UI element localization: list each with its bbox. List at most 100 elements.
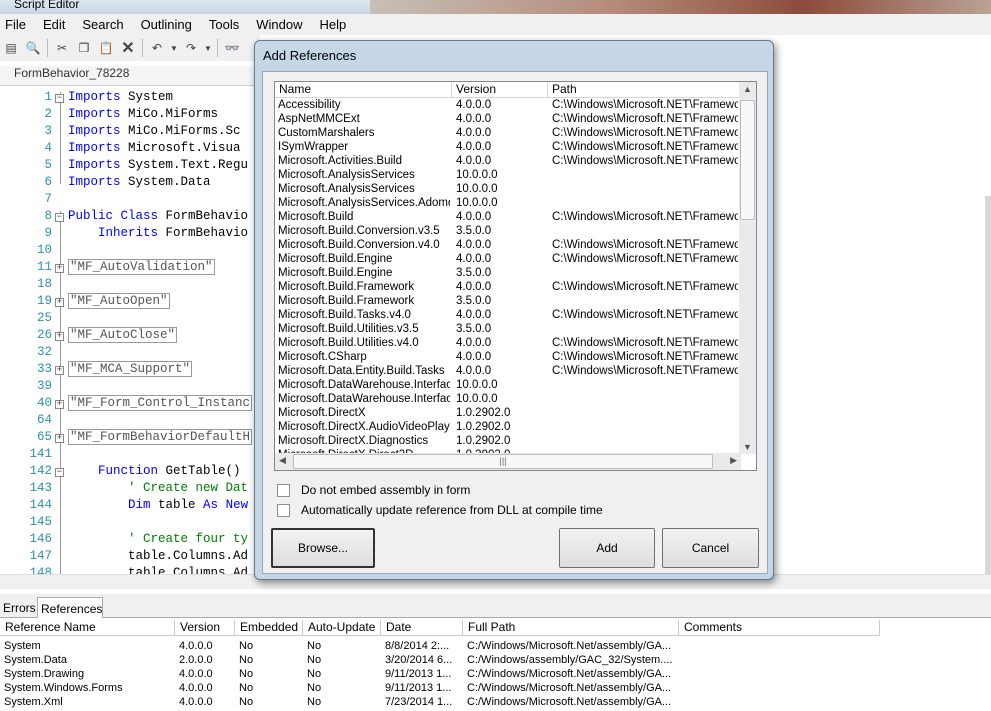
paste-icon[interactable]: 📋 <box>97 39 115 57</box>
code-line[interactable]: 144 Dim table As New <box>0 498 260 515</box>
grid-cell[interactable]: No <box>235 654 303 666</box>
grid-header-reference-name[interactable]: Reference Name <box>0 620 175 636</box>
code-line[interactable]: 18 <box>0 277 260 294</box>
list-item[interactable]: Accessibility 4.0.0.0 C:\Windows\Microsoft… <box>275 99 741 113</box>
list-item[interactable]: Microsoft.Build.Engine 4.0.0.0 C:\Windows\… <box>275 253 741 267</box>
references-list[interactable]: Name Version Path Accessibility 4.0.0.0 C:… <box>274 81 757 471</box>
grid-cell[interactable]: No <box>303 640 381 652</box>
grid-header-version[interactable]: Version <box>175 620 235 636</box>
fold-toggle-icon[interactable]: − <box>55 468 64 477</box>
grid-cell[interactable]: System.Xml <box>0 696 175 708</box>
column-header-version[interactable]: Version <box>452 82 548 98</box>
list-item[interactable]: ISymWrapper 4.0.0.0 C:\Windows\Microsoft.N… <box>275 141 741 155</box>
list-horizontal-scrollbar[interactable]: ◀ ||| ▶ <box>275 453 741 470</box>
grid-cell[interactable]: 3/20/2014 6... <box>381 654 463 666</box>
grid-cell[interactable]: No <box>303 682 381 694</box>
code-line[interactable]: 4 Imports Microsoft.Visua <box>0 141 260 158</box>
grid-header-auto-update[interactable]: Auto-Update <box>303 620 381 636</box>
scrollbar-thumb[interactable] <box>985 196 991 576</box>
editor-vertical-scrollbar[interactable] <box>960 86 991 576</box>
code-line[interactable]: 65 "MF_FormBehaviorDefaultH <box>0 429 260 447</box>
grid-header-full-path[interactable]: Full Path <box>463 620 679 636</box>
list-item[interactable]: Microsoft.Build.Framework 4.0.0.0 C:\Windo… <box>275 281 741 295</box>
code-line[interactable]: 25 <box>0 311 260 328</box>
grid-header-embedded[interactable]: Embedded <box>235 620 303 636</box>
code-line[interactable]: 2 Imports MiCo.MiForms <box>0 107 260 124</box>
fold-toggle-icon[interactable]: − <box>55 94 64 103</box>
list-item[interactable]: Microsoft.Build.Utilities.v4.0 4.0.0.0 C:\… <box>275 337 741 351</box>
grid-cell[interactable]: C:/Windows/assembly/GAC_32/System.... <box>463 654 679 666</box>
list-item[interactable]: Microsoft.Build.Tasks.v4.0 4.0.0.0 C:\Wind… <box>275 309 741 323</box>
grid-cell[interactable]: No <box>303 696 381 708</box>
delete-icon[interactable]: ✕ <box>119 39 137 57</box>
grid-cell[interactable]: No <box>235 682 303 694</box>
redo-icon[interactable]: ↷ <box>182 39 200 57</box>
tab-errors[interactable]: Errors <box>0 597 39 618</box>
grid-cell[interactable]: No <box>303 654 381 666</box>
code-line[interactable]: 26 "MF_AutoClose" <box>0 327 260 345</box>
code-line[interactable]: 147 table.Columns.Ad <box>0 549 260 566</box>
add-button[interactable]: Add <box>559 528 655 568</box>
grid-cell[interactable]: 9/11/2013 1... <box>381 682 463 694</box>
list-item[interactable]: Microsoft.Activities.Build 4.0.0.0 C:\Wind… <box>275 155 741 169</box>
grid-cell[interactable]: 2.0.0.0 <box>175 654 235 666</box>
code-line[interactable]: 1 Imports System <box>0 90 260 107</box>
grid-cell[interactable]: 4.0.0.0 <box>175 668 235 680</box>
tab-references[interactable]: References <box>37 597 103 618</box>
grid-header-comments[interactable]: Comments <box>679 620 880 636</box>
code-line[interactable]: 148 table.Columns.Ad <box>0 566 260 574</box>
list-item[interactable]: Microsoft.DataWarehouse.Interfaces 10.0.0… <box>275 379 741 393</box>
menu-item-help[interactable]: Help <box>314 17 351 32</box>
grid-cell[interactable]: C:/Windows/Microsoft.Net/assembly/GA... <box>463 668 679 680</box>
list-item[interactable]: Microsoft.AnalysisServices 10.0.0.0 <box>275 169 741 183</box>
list-item[interactable]: CustomMarshalers 4.0.0.0 C:\Windows\Micros… <box>275 127 741 141</box>
code-line[interactable]: 6 Imports System.Data <box>0 175 260 192</box>
document-tab[interactable]: FormBehavior_78228 <box>0 66 260 86</box>
menu-item-search[interactable]: Search <box>77 17 128 32</box>
scroll-right-icon[interactable]: ▶ <box>730 455 737 466</box>
code-line[interactable]: 39 <box>0 379 260 396</box>
scrollbar-thumb[interactable] <box>740 100 755 220</box>
column-header-path[interactable]: Path <box>548 82 741 98</box>
code-line[interactable]: 7 <box>0 192 260 209</box>
grid-cell[interactable]: 4.0.0.0 <box>175 682 235 694</box>
code-line[interactable]: 145 <box>0 515 260 532</box>
grid-cell[interactable]: System <box>0 640 175 652</box>
list-item[interactable]: Microsoft.Data.Entity.Build.Tasks 4.0.0.0… <box>275 365 741 379</box>
list-item[interactable]: Microsoft.CSharp 4.0.0.0 C:\Windows\Micros… <box>275 351 741 365</box>
code-line[interactable]: 10 <box>0 243 260 260</box>
list-item[interactable]: AspNetMMCExt 4.0.0.0 C:\Windows\Microsoft.… <box>275 113 741 127</box>
menu-item-tools[interactable]: Tools <box>204 17 244 32</box>
list-item[interactable]: Microsoft.DirectX.Diagnostics 1.0.2902.0 <box>275 435 741 449</box>
list-item[interactable]: Microsoft.Build 4.0.0.0 C:\Windows\Microso… <box>275 211 741 225</box>
undo-icon[interactable]: ↶ <box>148 39 166 57</box>
grid-cell[interactable]: C:/Windows/Microsoft.Net/assembly/GA... <box>463 696 679 708</box>
code-line[interactable]: 32 <box>0 345 260 362</box>
menu-item-outlining[interactable]: Outlining <box>136 17 197 32</box>
cancel-button[interactable]: Cancel <box>662 528 759 568</box>
grid-header-date[interactable]: Date <box>381 620 463 636</box>
find-icon[interactable]: 👓 <box>223 39 241 57</box>
grid-cell[interactable]: C:/Windows/Microsoft.Net/assembly/GA... <box>463 640 679 652</box>
menu-item-window[interactable]: Window <box>251 17 307 32</box>
grid-cell[interactable]: No <box>235 640 303 652</box>
fold-toggle-icon[interactable]: + <box>55 298 64 307</box>
fold-toggle-icon[interactable]: + <box>55 366 64 375</box>
grid-cell[interactable]: 4.0.0.0 <box>175 640 235 652</box>
list-item[interactable]: Microsoft.DataWarehouse.Interfaces 10.0.0… <box>275 393 741 407</box>
list-item[interactable]: Microsoft.DirectX.AudioVideoPlayb... 1.0.… <box>275 421 741 435</box>
grid-cell[interactable]: No <box>235 668 303 680</box>
menu-item-edit[interactable]: Edit <box>38 17 70 32</box>
scroll-up-icon[interactable]: ▲ <box>743 84 752 94</box>
browse-button[interactable]: Browse... <box>271 528 375 568</box>
code-line[interactable]: 3 Imports MiCo.MiForms.Sc <box>0 124 260 141</box>
fold-toggle-icon[interactable]: + <box>55 264 64 273</box>
list-item[interactable]: Microsoft.Build.Engine 3.5.0.0 <box>275 267 741 281</box>
code-line[interactable]: 19 "MF_AutoOpen" <box>0 293 260 311</box>
code-line[interactable]: 33 "MF_MCA_Support" <box>0 361 260 379</box>
grid-cell[interactable]: No <box>303 668 381 680</box>
list-item[interactable]: Microsoft.Build.Conversion.v4.0 4.0.0.0 C:… <box>275 239 741 253</box>
scroll-left-icon[interactable]: ◀ <box>279 455 286 466</box>
code-line[interactable]: 5 Imports System.Text.Regu <box>0 158 260 175</box>
cut-icon[interactable]: ✂ <box>53 39 71 57</box>
